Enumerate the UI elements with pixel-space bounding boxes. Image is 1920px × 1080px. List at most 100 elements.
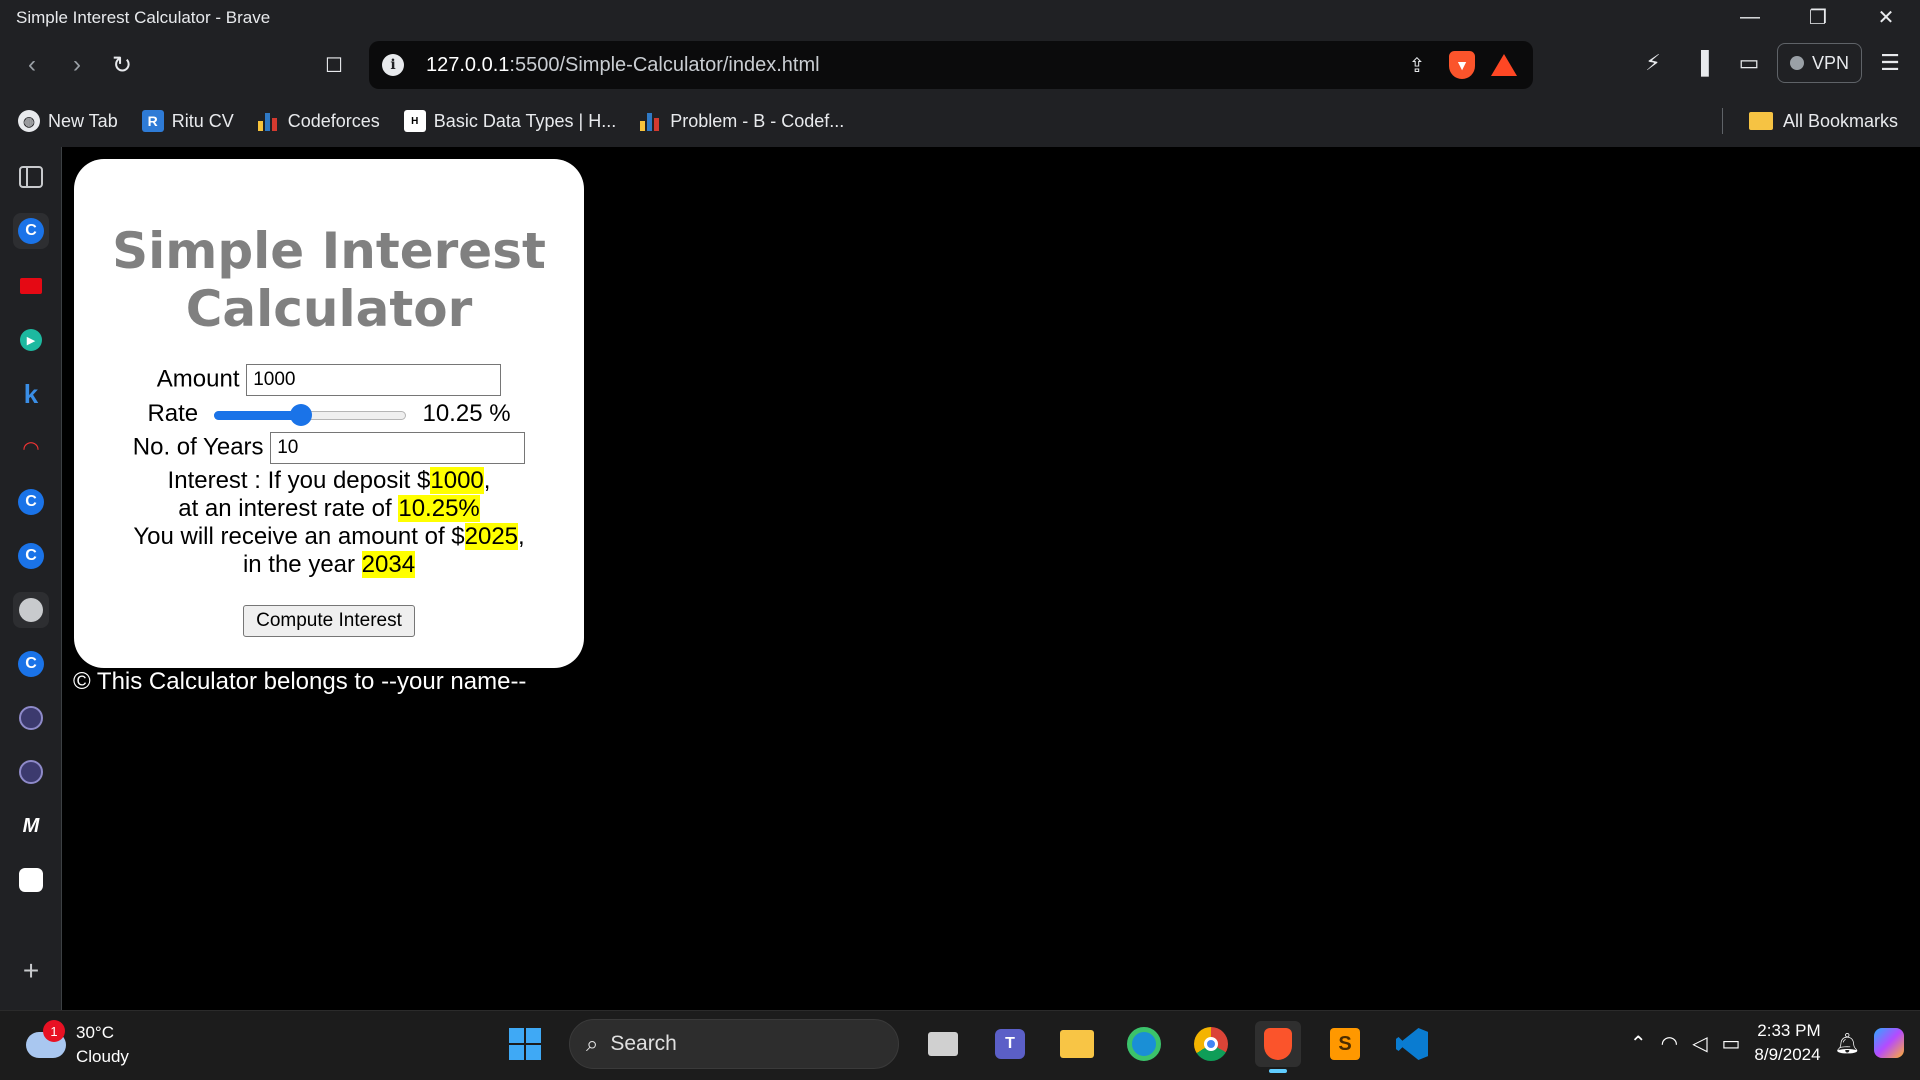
sidebar-item-k[interactable]: k	[13, 376, 49, 412]
years-input[interactable]: 10	[270, 432, 526, 464]
hbo-icon	[20, 278, 42, 294]
menu-icon[interactable]: ☰	[1870, 43, 1910, 83]
back-button[interactable]: ‹	[14, 47, 50, 83]
brave-shields-icon[interactable]: ▼	[1449, 51, 1475, 79]
cloud-icon: 1	[26, 1020, 66, 1058]
windows-logo-icon	[509, 1028, 541, 1060]
vpn-status-icon	[1789, 56, 1804, 70]
address-bar[interactable]: i 127.0.0.1:5500/Simple-Calculator/index…	[369, 41, 1533, 89]
copilot-icon[interactable]	[1874, 1028, 1904, 1058]
search-icon: ⌕	[586, 1031, 599, 1056]
amount-row: Amount 1000	[74, 364, 584, 396]
c-app-icon: C	[18, 489, 44, 515]
edge-button[interactable]	[1121, 1021, 1167, 1067]
globe-icon	[19, 598, 43, 622]
result-line-year: in the year 2034	[74, 551, 584, 579]
reload-button[interactable]: ↻	[104, 47, 140, 83]
sidebar-item-c4[interactable]: C	[13, 646, 49, 682]
weather-badge: 1	[43, 1020, 65, 1042]
sidebar-item-c1[interactable]: C	[13, 213, 49, 249]
brave-button[interactable]	[1255, 1021, 1301, 1073]
close-button[interactable]: ✕	[1852, 0, 1920, 35]
sidebar-item-medium[interactable]: M	[13, 808, 49, 844]
codeforces-favicon	[257, 111, 280, 131]
openai-icon	[19, 760, 43, 784]
bookmark-codeforces-problem[interactable]: Problem - B - Codef...	[640, 111, 844, 132]
c-app-icon: C	[18, 543, 44, 569]
calculator-card: Simple Interest Calculator Amount 1000 R…	[74, 159, 584, 668]
chrome-button[interactable]	[1188, 1021, 1234, 1067]
weather-temp: 30°C	[76, 1023, 114, 1042]
codeforces-favicon	[640, 111, 662, 131]
wifi-icon[interactable]: ◠	[1661, 1031, 1678, 1056]
all-bookmarks-button[interactable]: All Bookmarks	[1721, 108, 1898, 134]
forward-button[interactable]: ›	[59, 47, 95, 83]
result-rate-text: at an interest rate of	[178, 495, 399, 522]
sidebar-item-hbo[interactable]	[13, 268, 49, 304]
minimize-button[interactable]: —	[1716, 0, 1784, 35]
site-info-icon[interactable]: i	[382, 54, 404, 76]
url-text[interactable]: 127.0.0.1:5500/Simple-Calculator/index.h…	[426, 54, 820, 77]
sidebar-toggle-icon[interactable]: ▐	[1681, 43, 1721, 83]
rate-slider-thumb[interactable]	[290, 403, 313, 426]
bookmark-new-tab[interactable]: ◍ New Tab	[18, 110, 118, 132]
taskbar-search[interactable]: ⌕ Search	[569, 1019, 899, 1069]
sidebar-item-chatgpt2[interactable]	[13, 754, 49, 790]
vscode-button[interactable]	[1389, 1021, 1435, 1067]
result-year: 2034	[361, 551, 416, 578]
leo-ai-icon[interactable]: ⚡	[1633, 43, 1673, 83]
sidebar-panel-icon[interactable]	[13, 159, 49, 195]
wallet-icon[interactable]: ▭	[1729, 43, 1769, 83]
sidebar-item-c3[interactable]: C	[13, 538, 49, 574]
chevron-up-icon[interactable]: ⌃	[1630, 1031, 1647, 1056]
ritu-cv-favicon: R	[141, 110, 164, 132]
sidebar-item-play[interactable]: ▶	[13, 322, 49, 358]
bell-icon[interactable]: 🔔︎	[1835, 1031, 1860, 1056]
windows-taskbar: 1 30°C Cloudy ⌕ Search T S ⌃ ◠ ◁ ▭ 2:33 …	[0, 1010, 1920, 1080]
amount-input[interactable]: 1000	[246, 364, 502, 396]
restore-button[interactable]: ❐	[1784, 0, 1852, 35]
start-button[interactable]	[502, 1021, 548, 1067]
toolbar-right: ⚡ ▐ ▭ VPN ☰	[1633, 43, 1920, 83]
task-view-button[interactable]	[920, 1021, 966, 1067]
bookmark-codeforces[interactable]: Codeforces	[257, 111, 380, 132]
system-tray: ⌃ ◠ ◁ ▭ 2:33 PM 8/9/2024 🔔︎	[1630, 1019, 1904, 1067]
bookmarks-separator	[1721, 108, 1723, 134]
sidebar-add-button[interactable]: +	[13, 953, 49, 989]
share-icon[interactable]: ⇪	[1401, 49, 1433, 81]
result-year-text: in the year	[242, 551, 362, 578]
battery-icon[interactable]: ▭	[1722, 1031, 1741, 1056]
brave-rewards-icon[interactable]	[1491, 54, 1517, 76]
chatgpt-icon	[19, 868, 43, 892]
file-explorer-button[interactable]	[1054, 1021, 1100, 1067]
rate-label: Rate	[147, 400, 199, 427]
years-row: No. of Years 10	[74, 432, 584, 464]
sidebar-item-chatgpt[interactable]	[13, 862, 49, 898]
bookmark-page-button[interactable]: ☐	[316, 47, 352, 83]
rate-slider[interactable]	[213, 403, 406, 426]
weather-widget[interactable]: 1 30°C Cloudy	[26, 1020, 129, 1069]
result-amount: 1000	[430, 467, 484, 494]
volume-icon[interactable]: ◁	[1692, 1031, 1707, 1056]
folder-icon	[1060, 1030, 1094, 1058]
page-viewport: Simple Interest Calculator Amount 1000 R…	[62, 147, 1920, 1010]
sidebar-item-globe[interactable]	[13, 592, 49, 628]
vpn-button[interactable]: VPN	[1776, 43, 1862, 83]
vscode-icon	[1396, 1028, 1428, 1060]
hackerrank-favicon: H	[403, 110, 426, 132]
bookmark-hackerrank[interactable]: H Basic Data Types | H...	[403, 110, 616, 132]
browser-toolbar: ‹ › ↻ ☐ i 127.0.0.1:5500/Simple-Calculat…	[0, 35, 1920, 95]
bookmark-ritu-cv[interactable]: R Ritu CV	[141, 110, 234, 132]
sidebar-item-speed[interactable]: ◠	[13, 430, 49, 466]
medium-icon: M	[22, 814, 40, 837]
rate-value: 10.25 %	[422, 400, 511, 427]
compute-interest-button[interactable]: Compute Interest	[243, 605, 415, 637]
sidebar-item-c2[interactable]: C	[13, 484, 49, 520]
teams-button[interactable]: T	[987, 1021, 1033, 1067]
sublime-button[interactable]: S	[1322, 1021, 1368, 1067]
task-view-icon	[928, 1032, 958, 1056]
sidebar-item-chatgpt1[interactable]	[13, 700, 49, 736]
clock[interactable]: 2:33 PM 8/9/2024	[1754, 1019, 1820, 1067]
rate-slider-fill	[213, 410, 302, 420]
result-comma: ,	[483, 467, 491, 494]
